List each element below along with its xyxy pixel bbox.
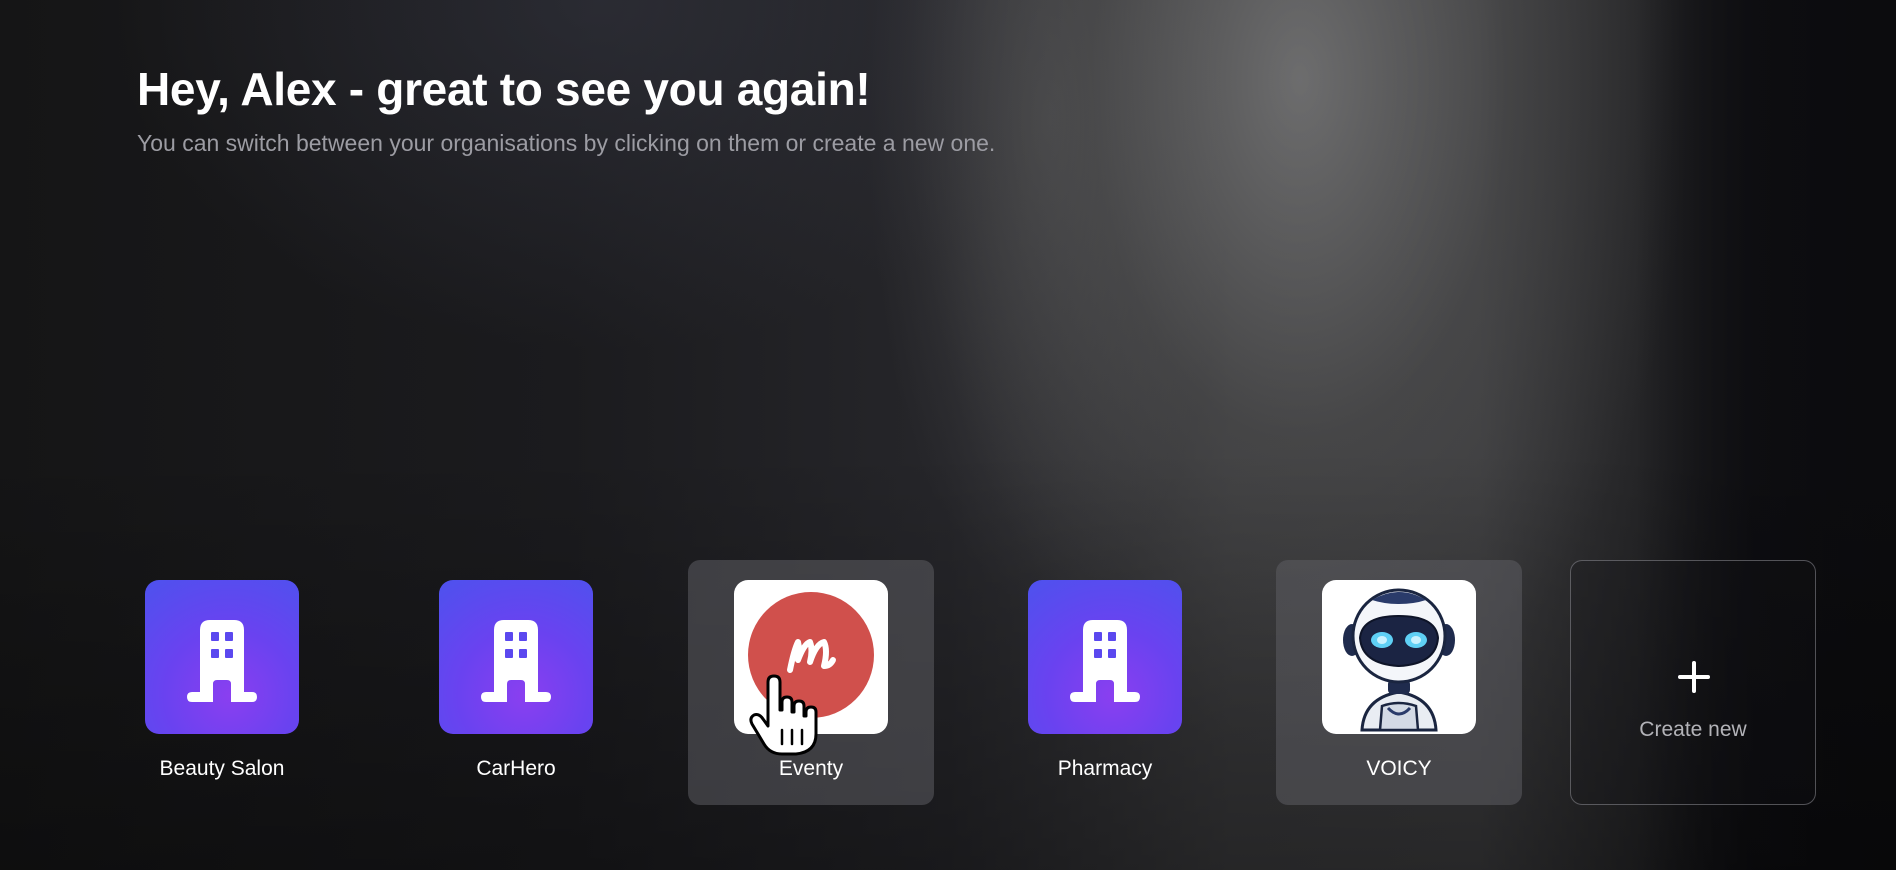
- building-icon: [187, 620, 257, 702]
- org-icon-pharmacy: [1028, 580, 1182, 734]
- org-icon-voicy: [1322, 580, 1476, 734]
- org-name: Beauty Salon: [159, 757, 285, 780]
- org-card-eventy[interactable]: Eventy: [688, 560, 934, 805]
- plus-icon: [1678, 661, 1710, 693]
- eventy-logo-icon: [748, 592, 874, 718]
- robot-logo-icon: [1343, 588, 1455, 732]
- org-card-pharmacy[interactable]: Pharmacy: [982, 560, 1228, 805]
- page-title: Hey, Alex - great to see you again!: [137, 63, 871, 115]
- org-icon-beauty-salon: [145, 580, 299, 734]
- org-card-voicy[interactable]: VOICY: [1276, 560, 1522, 805]
- org-name: Eventy: [778, 757, 844, 780]
- org-icon-eventy: [734, 580, 888, 734]
- org-card-beauty-salon[interactable]: Beauty Salon: [99, 560, 345, 805]
- building-icon: [1070, 620, 1140, 702]
- org-icon-carhero: [439, 580, 593, 734]
- org-switcher-page: { "header": { "title": "Hey, Alex - grea…: [0, 0, 1896, 870]
- header: Hey, Alex - great to see you again! You …: [137, 62, 995, 157]
- org-name: Pharmacy: [1057, 757, 1153, 780]
- org-name: CarHero: [476, 757, 556, 780]
- page-subtitle: You can switch between your organisation…: [137, 130, 996, 156]
- org-card-carhero[interactable]: CarHero: [393, 560, 639, 805]
- org-name: VOICY: [1366, 757, 1432, 780]
- create-new-button[interactable]: Create new: [1570, 560, 1816, 805]
- create-new-content: Create new: [1571, 561, 1815, 804]
- create-new-label: Create new: [1639, 718, 1747, 741]
- building-icon: [481, 620, 551, 702]
